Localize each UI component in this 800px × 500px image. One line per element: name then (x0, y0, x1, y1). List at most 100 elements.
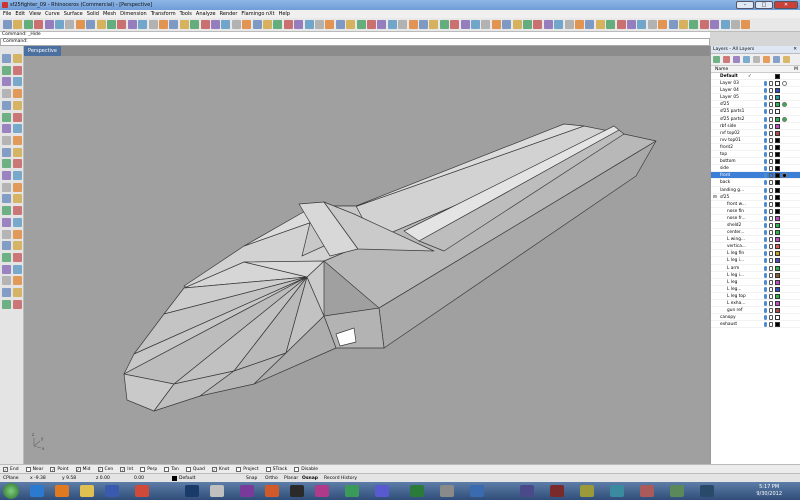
palette-tool-icon[interactable] (2, 299, 11, 309)
menu-curve[interactable]: Curve (45, 11, 60, 17)
toolbar-tool-icon[interactable] (429, 20, 439, 29)
toolbar-tool-icon[interactable] (481, 20, 491, 29)
layers-tool-icon[interactable] (723, 56, 730, 63)
lock-icon[interactable] (769, 308, 773, 314)
palette-tool-icon[interactable] (13, 77, 22, 87)
visibility-bulb-icon[interactable] (764, 272, 767, 278)
taskbar-app-icon[interactable] (580, 485, 594, 497)
toolbar-tool-icon[interactable] (86, 20, 96, 29)
visibility-bulb-icon[interactable] (764, 208, 767, 214)
visibility-bulb-icon[interactable] (764, 187, 767, 193)
material-icon[interactable] (782, 116, 787, 122)
layer-color-swatch[interactable] (775, 244, 780, 250)
status-planar[interactable]: Planar (284, 476, 298, 481)
menu-analyze[interactable]: Analyze (196, 11, 216, 17)
menu-dimension[interactable]: Dimension (120, 11, 147, 17)
palette-tool-icon[interactable] (2, 65, 11, 75)
layer-color-swatch[interactable] (775, 230, 780, 236)
toolbar-tool-icon[interactable] (325, 20, 335, 29)
palette-tool-icon[interactable] (13, 112, 22, 122)
palette-tool-icon[interactable] (2, 288, 11, 297)
palette-tool-icon[interactable] (13, 206, 22, 216)
layer-row[interactable]: bottom (711, 158, 800, 166)
layer-row[interactable]: center... (711, 229, 800, 237)
layers-tool-icon[interactable] (743, 56, 750, 63)
lock-icon[interactable] (769, 116, 773, 122)
lock-icon[interactable] (769, 230, 773, 236)
palette-tool-icon[interactable] (2, 100, 11, 110)
toolbar-tool-icon[interactable] (491, 20, 501, 29)
toolbar-tool-icon[interactable] (294, 20, 304, 29)
layer-color-swatch[interactable] (775, 301, 780, 306)
layer-color-swatch[interactable] (775, 215, 780, 221)
checkbox-icon[interactable]: ✓ (211, 466, 217, 472)
layer-color-swatch[interactable] (775, 201, 780, 207)
layer-color-swatch[interactable] (775, 116, 780, 122)
layers-tool-icon[interactable] (773, 56, 780, 63)
taskbar-app-icon[interactable] (440, 485, 454, 497)
layer-color-swatch[interactable] (775, 187, 780, 193)
menu-transform[interactable]: Transform (151, 11, 176, 17)
checkbox-icon[interactable] (164, 466, 170, 472)
start-button[interactable] (3, 483, 19, 499)
layers-tool-icon[interactable] (783, 56, 790, 63)
toolbar-tool-icon[interactable] (34, 20, 44, 29)
palette-tool-icon[interactable] (13, 54, 22, 63)
layer-row[interactable]: L exha... (711, 300, 800, 308)
layer-color-swatch[interactable] (775, 180, 780, 186)
toolbar-tool-icon[interactable] (606, 20, 616, 29)
toolbar-tool-icon[interactable] (148, 20, 158, 29)
layer-color-swatch[interactable] (775, 102, 780, 108)
taskbar-app-icon[interactable] (610, 485, 624, 497)
layer-row[interactable]: sf25 parts1 (711, 108, 800, 116)
toolbar-tool-icon[interactable] (346, 20, 356, 29)
layer-color-swatch[interactable] (775, 322, 780, 328)
layer-color-swatch[interactable] (775, 315, 780, 321)
lock-icon[interactable] (769, 137, 773, 143)
material-icon[interactable] (782, 102, 787, 108)
osnap-option[interactable]: ✓ Mid (75, 466, 91, 472)
visibility-bulb-icon[interactable] (764, 201, 767, 207)
status-record-history[interactable]: Record History (324, 476, 357, 481)
menu-view[interactable]: View (29, 11, 41, 17)
layer-color-swatch[interactable] (775, 308, 780, 314)
taskbar-app-icon[interactable] (375, 485, 389, 497)
osnap-option[interactable]: Perp (140, 466, 157, 472)
menu-tools[interactable]: Tools (180, 11, 192, 17)
layer-row[interactable]: side (711, 165, 800, 173)
layer-row[interactable]: sf25 parts2 (711, 116, 800, 123)
visibility-bulb-icon[interactable] (764, 159, 767, 165)
visibility-bulb-icon[interactable] (764, 286, 767, 292)
toolbar-tool-icon[interactable] (211, 20, 220, 29)
toolbar-tool-icon[interactable] (523, 20, 532, 29)
visibility-bulb-icon[interactable] (764, 180, 767, 186)
material-icon[interactable] (782, 81, 787, 87)
palette-tool-icon[interactable] (2, 194, 11, 204)
layer-row[interactable]: Layer 03 (711, 80, 800, 88)
osnap-option[interactable]: Near (25, 466, 43, 472)
layer-row[interactable]: Layer 04 (711, 87, 800, 95)
system-clock[interactable]: 5:17 PM 9/30/2012 (756, 484, 782, 498)
status-snap[interactable]: Snap (246, 476, 257, 481)
expand-toggle-icon[interactable]: ⊟ (713, 194, 717, 201)
checkbox-icon[interactable]: ✓ (120, 466, 126, 472)
layer-color-swatch[interactable] (775, 293, 780, 299)
toolbar-tool-icon[interactable] (190, 20, 200, 29)
toolbar-tool-icon[interactable] (741, 20, 751, 29)
toolbar-tool-icon[interactable] (169, 20, 179, 29)
visibility-bulb-icon[interactable] (764, 109, 767, 115)
toolbar-tool-icon[interactable] (460, 20, 470, 29)
layer-color-swatch[interactable] (775, 194, 780, 200)
toolbar-tool-icon[interactable] (658, 20, 668, 29)
lock-icon[interactable] (769, 102, 773, 108)
toolbar-tool-icon[interactable] (627, 20, 636, 29)
taskbar-media-icon[interactable] (105, 485, 119, 497)
palette-tool-icon[interactable] (2, 77, 11, 87)
layer-row[interactable]: L leg... (711, 286, 800, 293)
palette-tool-icon[interactable] (13, 159, 22, 169)
layer-color-swatch[interactable] (775, 74, 780, 79)
toolbar-tool-icon[interactable] (533, 20, 543, 29)
taskbar-rhino-icon[interactable] (210, 485, 224, 497)
toolbar-tool-icon[interactable] (356, 20, 366, 29)
toolbar-tool-icon[interactable] (387, 20, 397, 29)
